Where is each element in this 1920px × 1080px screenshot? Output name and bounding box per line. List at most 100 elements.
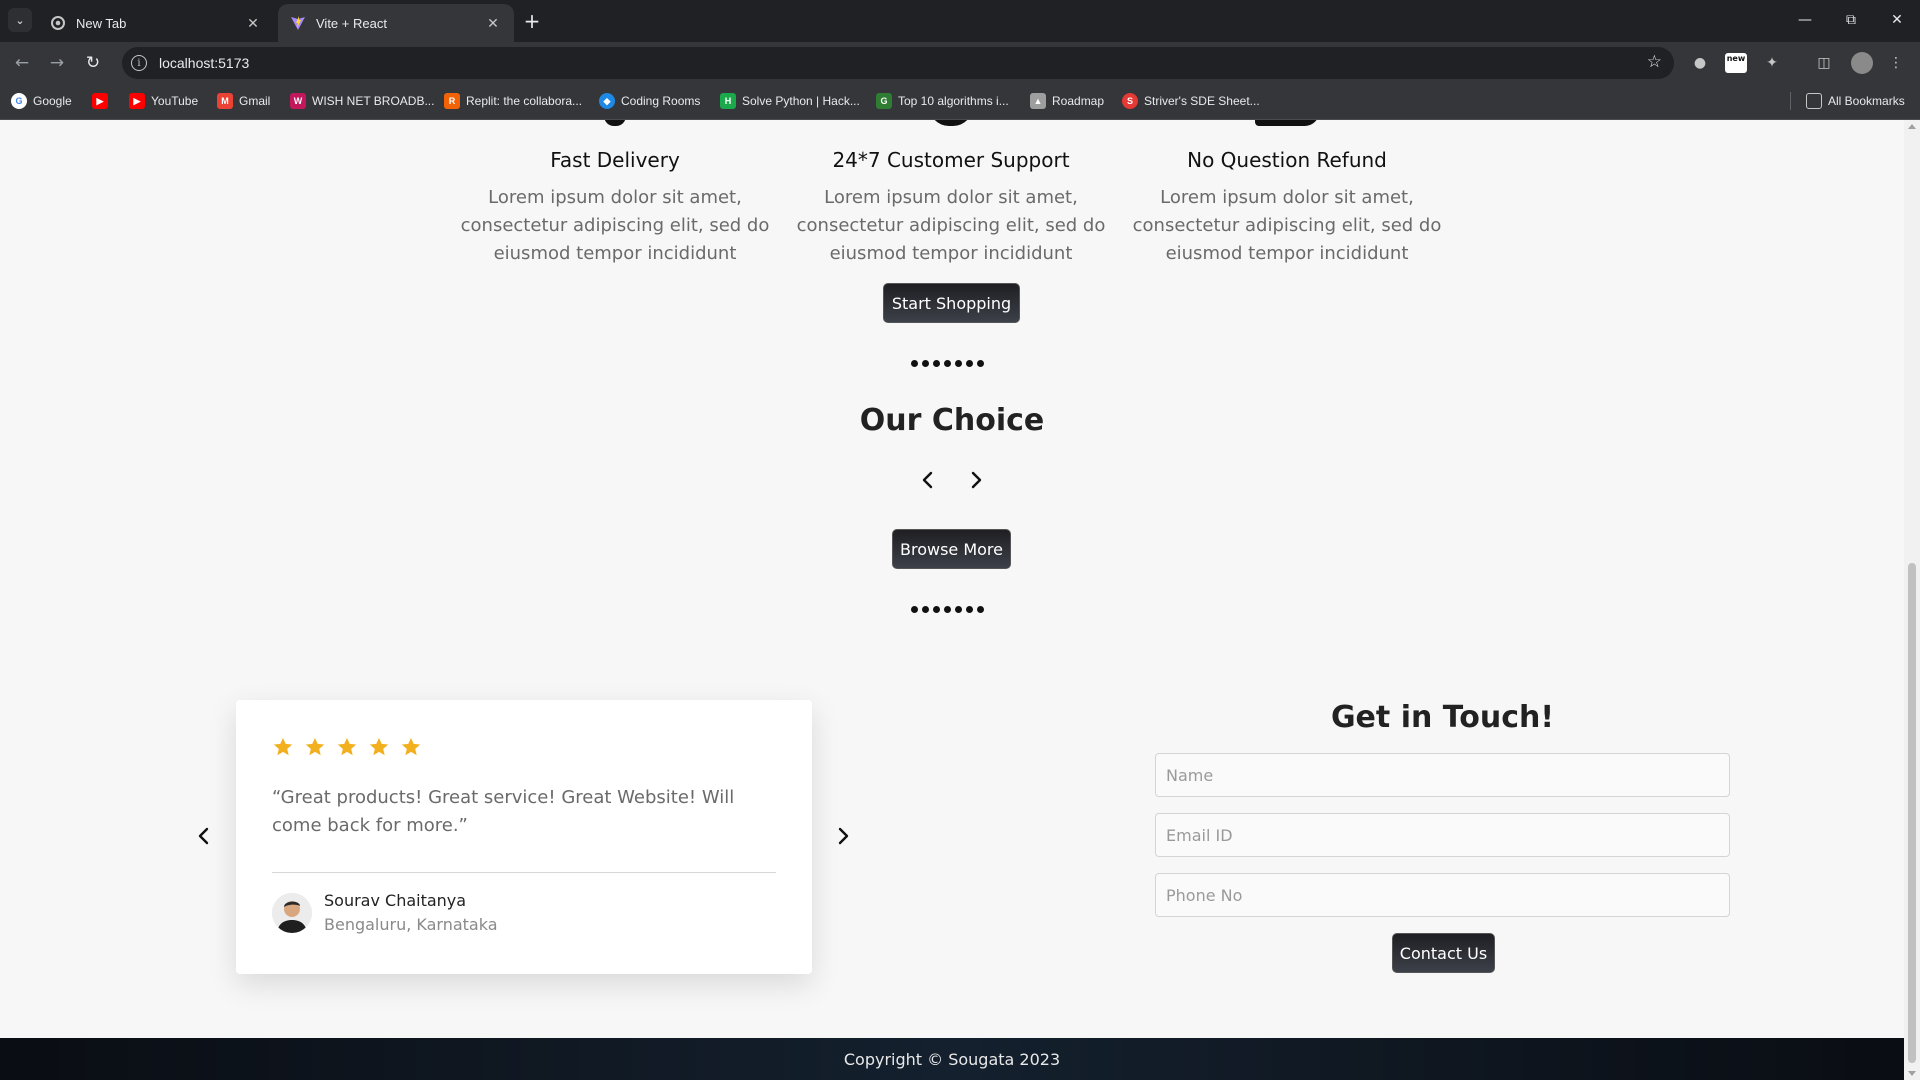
bookmark-label: Solve Python | Hack...	[742, 94, 860, 108]
replit-icon: R	[444, 93, 460, 109]
wishnet-icon: W	[290, 93, 306, 109]
extensions-puzzle-icon[interactable]: ✦	[1760, 51, 1784, 75]
feature-title: Fast Delivery	[550, 148, 680, 172]
browser-tab-strip: ⌄ New Tab ✕ Vite + React ✕ + — ⧉ ✕	[0, 0, 1920, 42]
bookmark-wishnet[interactable]: W WISH NET BROADB...	[290, 91, 434, 111]
copyright-text: Copyright © Sougata 2023	[843, 1049, 1061, 1069]
carousel-prev-icon[interactable]	[916, 468, 940, 492]
gfg-icon: G	[876, 93, 892, 109]
reload-icon[interactable]: ↻	[80, 50, 106, 76]
bookmark-replit[interactable]: R Replit: the collabora...	[444, 91, 582, 111]
bookmark-gmail[interactable]: M Gmail	[217, 91, 270, 111]
menu-icon[interactable]: ⋮	[1884, 51, 1908, 75]
bookmark-star-icon[interactable]: ☆	[1647, 52, 1662, 72]
close-tab-icon[interactable]: ✕	[244, 14, 262, 32]
star-icon	[400, 736, 422, 762]
bookmark-google[interactable]: G Google	[11, 91, 72, 111]
card-divider	[272, 872, 776, 873]
address-bar[interactable]: i localhost:5173 ☆	[122, 47, 1674, 79]
extension-new-icon[interactable]: new	[1724, 51, 1748, 75]
gmail-icon: M	[217, 93, 233, 109]
testimonial-next-icon[interactable]	[831, 824, 855, 848]
scrollbar-thumb[interactable]	[1908, 563, 1916, 1063]
hackerrank-icon: H	[720, 93, 736, 109]
email-field[interactable]	[1155, 813, 1730, 857]
our-choice-title: Our Choice	[859, 403, 1045, 438]
bookmark-striver-sde-sheet[interactable]: S Striver's SDE Sheet...	[1122, 91, 1260, 111]
star-rating	[272, 736, 422, 762]
feature-text: Lorem ipsum dolor sit amet, consectetur …	[1132, 187, 1442, 264]
bookmark-label: Coding Rooms	[621, 94, 701, 108]
browse-more-button[interactable]: Browse More	[892, 529, 1011, 569]
youtube-icon: ▶	[92, 93, 108, 109]
page-content: Fast Delivery Lorem ipsum dolor sit amet…	[0, 120, 1904, 1080]
forward-icon[interactable]: →	[44, 50, 70, 76]
bookmarks-bar: G Google ▶ ▶ YouTube M Gmail W WISH NET …	[0, 82, 1920, 120]
star-icon	[336, 736, 358, 762]
tab-title: Vite + React	[316, 15, 387, 31]
bookmark-roadmap[interactable]: ▲ Roadmap	[1030, 91, 1104, 111]
page-scrollbar[interactable]	[1904, 120, 1920, 1080]
tab-title: New Tab	[76, 15, 127, 31]
all-bookmarks-label: All Bookmarks	[1828, 94, 1905, 108]
extension-icon[interactable]: ●	[1688, 51, 1712, 75]
support-icon	[929, 120, 973, 126]
bookmark-label: WISH NET BROADB...	[312, 94, 435, 108]
start-shopping-button[interactable]: Start Shopping	[883, 283, 1020, 323]
reviewer-name: Sourav Chaitanya	[324, 891, 467, 910]
bookmark-label: Top 10 algorithms i...	[898, 94, 1009, 108]
name-field[interactable]	[1155, 753, 1730, 797]
bookmark-label: Roadmap	[1052, 94, 1105, 108]
bookmark-top-10-algorithms[interactable]: G Top 10 algorithms i...	[876, 91, 1009, 111]
extension-badge: new	[1725, 53, 1747, 73]
testimonial-prev-icon[interactable]	[192, 824, 216, 848]
phone-field[interactable]	[1155, 873, 1730, 917]
bookmark-label: YouTube	[151, 94, 199, 108]
close-tab-icon[interactable]: ✕	[484, 14, 502, 32]
divider-dots	[911, 360, 984, 367]
minimize-icon[interactable]: —	[1790, 8, 1820, 32]
youtube-icon: ▶	[129, 93, 145, 109]
striver-icon: S	[1122, 93, 1138, 109]
scroll-down-icon[interactable]	[1908, 1071, 1916, 1076]
roadmap-icon: ▲	[1030, 93, 1046, 109]
google-icon: G	[11, 93, 27, 109]
side-panel-icon[interactable]: ◫	[1812, 51, 1836, 75]
bookmark-youtube-icon-only[interactable]: ▶	[92, 91, 114, 111]
close-window-icon[interactable]: ✕	[1882, 8, 1912, 32]
star-icon	[368, 736, 390, 762]
scroll-up-icon[interactable]	[1908, 124, 1916, 129]
bookmark-hackerrank[interactable]: H Solve Python | Hack...	[720, 91, 860, 111]
bookmark-coding-rooms[interactable]: ◆ Coding Rooms	[599, 91, 700, 111]
restore-icon[interactable]: ⧉	[1836, 8, 1866, 32]
contact-title: Get in Touch!	[1330, 700, 1555, 735]
coding-rooms-icon: ◆	[599, 93, 615, 109]
star-icon	[304, 736, 326, 762]
contact-us-button[interactable]: Contact Us	[1392, 933, 1495, 973]
folder-icon	[1806, 93, 1822, 109]
reviewer-location: Bengaluru, Karnataka	[324, 915, 498, 934]
tab-vite-react[interactable]: Vite + React ✕	[278, 4, 514, 42]
url-text[interactable]: localhost:5173	[159, 55, 249, 71]
testimonial-quote: “Great products! Great service! Great We…	[272, 787, 735, 836]
back-icon[interactable]: ←	[9, 50, 35, 76]
avatar	[272, 893, 312, 933]
tab-search-icon[interactable]: ⌄	[8, 8, 32, 32]
bookmark-youtube[interactable]: ▶ YouTube	[129, 91, 198, 111]
feature-text: Lorem ipsum dolor sit amet, consectetur …	[460, 187, 770, 264]
all-bookmarks[interactable]: All Bookmarks	[1806, 91, 1905, 111]
feature-title: No Question Refund	[1187, 148, 1387, 172]
bookmark-label: Striver's SDE Sheet...	[1144, 94, 1260, 108]
delivery-icon	[604, 120, 626, 126]
tab-new-tab[interactable]: New Tab ✕	[38, 4, 274, 42]
bookmark-label: Replit: the collabora...	[466, 94, 583, 108]
divider-dots	[911, 606, 984, 613]
refund-icon	[1255, 120, 1319, 126]
vite-icon	[290, 15, 306, 31]
new-tab-button[interactable]: +	[520, 9, 544, 33]
carousel-next-icon[interactable]	[964, 468, 988, 492]
testimonial-card: “Great products! Great service! Great We…	[236, 700, 812, 974]
site-info-icon[interactable]: i	[131, 55, 147, 71]
bookmark-label: Gmail	[239, 94, 271, 108]
profile-avatar[interactable]	[1850, 51, 1874, 75]
